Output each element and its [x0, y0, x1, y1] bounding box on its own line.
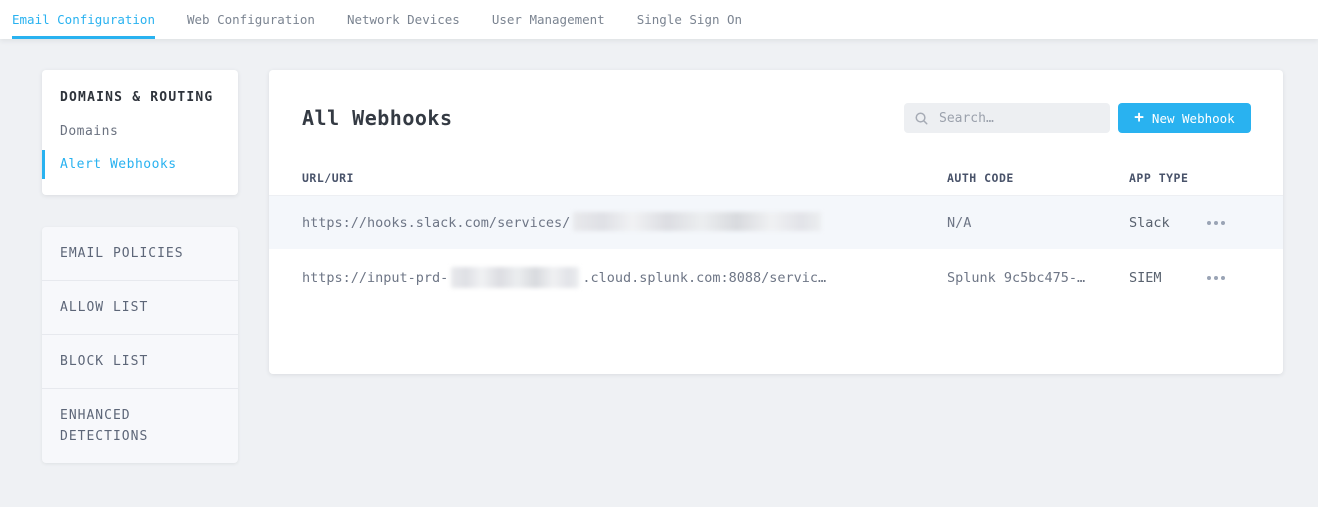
search-input[interactable]	[937, 109, 1100, 127]
tab-network-devices[interactable]: Network Devices	[347, 0, 460, 39]
sidebar-sections-card: EMAIL POLICIES ALLOW LIST BLOCK LIST ENH…	[42, 227, 238, 463]
sidebar-item-label: Alert Webhooks	[60, 157, 177, 172]
auth-code-cell: N/A	[947, 214, 972, 231]
redacted-url-segment	[451, 266, 580, 288]
row-actions-menu-button[interactable]	[1194, 196, 1238, 249]
sidebar-item-domains[interactable]: Domains	[42, 115, 238, 148]
sidebar-item-label: Domains	[60, 124, 119, 139]
tab-user-management[interactable]: User Management	[492, 0, 605, 39]
sidebar-section-label: ENHANCED DETECTIONS	[60, 408, 149, 444]
sidebar-item-allow-list[interactable]: ALLOW LIST	[42, 281, 238, 335]
ellipsis-icon	[1207, 220, 1225, 225]
sidebar-section-label: BLOCK LIST	[60, 354, 149, 369]
column-header-auth-code: AUTH CODE	[947, 171, 1014, 185]
app-type-cell: SIEM	[1129, 270, 1162, 286]
tab-single-sign-on[interactable]: Single Sign On	[637, 0, 742, 39]
auth-code-cell: Splunk 9c5bc475-…	[947, 270, 1086, 286]
page-title: All Webhooks	[302, 106, 453, 130]
tab-web-configuration[interactable]: Web Configuration	[187, 0, 315, 39]
tab-email-configuration[interactable]: Email Configuration	[12, 0, 155, 39]
table-row[interactable]: https://input-prd- .cloud.splunk.com:8088…	[269, 249, 1283, 307]
sidebar-item-email-policies[interactable]: EMAIL POLICIES	[42, 227, 238, 281]
new-webhook-button[interactable]: + New Webhook	[1118, 103, 1251, 133]
redacted-url-segment	[573, 212, 822, 231]
row-actions-menu-button[interactable]	[1194, 249, 1238, 307]
sidebar-section-label: EMAIL POLICIES	[60, 246, 184, 261]
url-prefix: https://input-prd-	[302, 270, 449, 286]
sidebar-item-block-list[interactable]: BLOCK LIST	[42, 335, 238, 389]
ellipsis-icon	[1207, 276, 1225, 280]
sidebar-section-label: ALLOW LIST	[60, 300, 149, 315]
webhooks-panel: All Webhooks + New Webhook URL/URI AUTH …	[269, 70, 1283, 374]
sidebar-group-header: DOMAINS & ROUTING	[60, 90, 214, 105]
column-header-url: URL/URI	[302, 171, 354, 185]
table-row[interactable]: https://hooks.slack.com/services/ N/A Sl…	[269, 196, 1283, 249]
column-header-app-type: APP TYPE	[1129, 171, 1189, 185]
app-type-cell: Slack	[1129, 214, 1170, 231]
url-cell: https://input-prd- .cloud.splunk.com:8088…	[302, 249, 826, 307]
sidebar-item-alert-webhooks[interactable]: Alert Webhooks	[42, 148, 238, 181]
top-navigation: Email Configuration Web Configuration Ne…	[0, 0, 1318, 39]
sidebar-domains-routing-card: DOMAINS & ROUTING Domains Alert Webhooks	[42, 70, 238, 195]
url-cell: https://hooks.slack.com/services/	[302, 196, 824, 249]
new-webhook-label: New Webhook	[1151, 110, 1235, 126]
search-icon	[915, 112, 928, 125]
plus-icon: +	[1134, 107, 1144, 126]
url-suffix: .cloud.splunk.com:8088/servic…	[582, 270, 827, 286]
url-prefix: https://hooks.slack.com/services/	[302, 214, 571, 231]
search-box	[904, 103, 1110, 133]
sidebar-item-enhanced-detections[interactable]: ENHANCED DETECTIONS	[42, 389, 238, 463]
